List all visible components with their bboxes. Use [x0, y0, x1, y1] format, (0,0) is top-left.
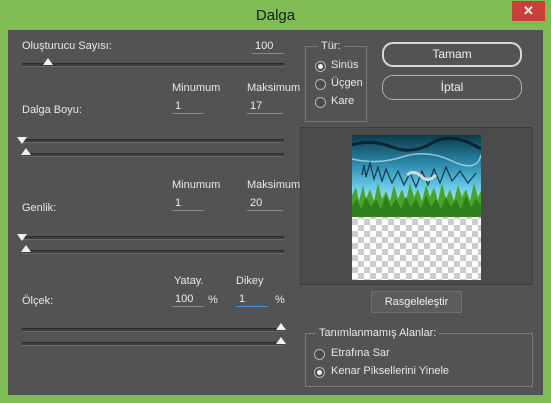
scale-horizontal-slider-track[interactable]: [22, 328, 284, 332]
scale-horizontal-header: Yatay.: [174, 275, 204, 287]
ok-button[interactable]: Tamam: [382, 42, 522, 67]
close-button[interactable]: ✕: [512, 1, 545, 21]
wavelength-max-slider-thumb[interactable]: [21, 148, 31, 155]
scale-vertical-slider-thumb[interactable]: [276, 337, 286, 344]
wavelength-min-slider-thumb[interactable]: [17, 137, 27, 144]
type-triangle-radio[interactable]: [315, 79, 326, 90]
generators-slider-track[interactable]: [22, 63, 284, 67]
scale-vertical-header: Dikey: [236, 275, 264, 287]
type-triangle-label: Üçgen: [331, 77, 363, 89]
generators-input[interactable]: 100: [252, 39, 284, 54]
dialog-body: Oluşturucu Sayısı: 100 Minumum Maksimum …: [8, 30, 543, 395]
title-bar: Dalga ✕: [0, 0, 551, 30]
amplitude-max-slider-track[interactable]: [22, 250, 284, 254]
generators-slider-thumb[interactable]: [43, 58, 53, 65]
repeat-edge-pixels-label: Kenar Piksellerini Yinele: [331, 365, 450, 377]
randomize-button[interactable]: Rasgeleleştir: [371, 291, 462, 313]
generators-label: Oluşturucu Sayısı:: [22, 40, 112, 52]
type-group-title: Tür:: [318, 40, 344, 52]
amplitude-min-input[interactable]: 1: [172, 196, 204, 211]
wrap-around-label: Etrafına Sar: [331, 347, 390, 359]
cancel-button[interactable]: İptal: [382, 75, 522, 100]
type-square-label: Kare: [331, 95, 355, 107]
amplitude-min-header: Minumum: [172, 179, 221, 191]
amplitude-max-slider-thumb[interactable]: [21, 245, 31, 252]
type-square-radio[interactable]: [315, 97, 326, 108]
amplitude-min-slider-track[interactable]: [22, 236, 284, 240]
preview-wave-image: [352, 135, 481, 280]
wavelength-label: Dalga Boyu:: [22, 104, 82, 116]
wavelength-max-slider-track[interactable]: [22, 153, 284, 157]
scale-vertical-input[interactable]: 1: [236, 292, 268, 307]
type-sine-radio[interactable]: [315, 61, 326, 72]
amplitude-min-slider-thumb[interactable]: [17, 234, 27, 241]
scale-horizontal-slider-thumb[interactable]: [276, 323, 286, 330]
scale-vertical-slider-track[interactable]: [22, 342, 284, 346]
preview-image: [352, 135, 481, 280]
type-sine-label: Sinüs: [331, 59, 359, 71]
undefined-areas-title: Tanımlanmamış Alanlar:: [316, 327, 440, 339]
preview-frame: [300, 127, 533, 285]
repeat-edge-pixels-radio[interactable]: [314, 367, 325, 378]
type-group: Tür: Sinüs Üçgen Kare: [305, 40, 367, 122]
window-title: Dalga: [255, 7, 296, 24]
scale-label: Ölçek:: [22, 295, 54, 307]
wavelength-max-input[interactable]: 17: [247, 99, 283, 114]
scale-vertical-unit: %: [275, 294, 285, 306]
wavelength-min-slider-track[interactable]: [22, 139, 284, 143]
amplitude-label: Genlik:: [22, 202, 57, 214]
undefined-areas-group: Tanımlanmamış Alanlar: Etrafına Sar Kena…: [305, 327, 533, 387]
wavelength-min-header: Minumum: [172, 82, 221, 94]
wavelength-max-header: Maksimum: [247, 82, 301, 94]
wavelength-min-input[interactable]: 1: [172, 99, 204, 114]
scale-horizontal-unit: %: [208, 294, 218, 306]
close-icon: ✕: [523, 3, 534, 18]
scale-horizontal-input[interactable]: 100: [172, 292, 204, 307]
amplitude-max-input[interactable]: 20: [247, 196, 283, 211]
wrap-around-radio[interactable]: [314, 349, 325, 360]
amplitude-max-header: Maksimum: [247, 179, 301, 191]
